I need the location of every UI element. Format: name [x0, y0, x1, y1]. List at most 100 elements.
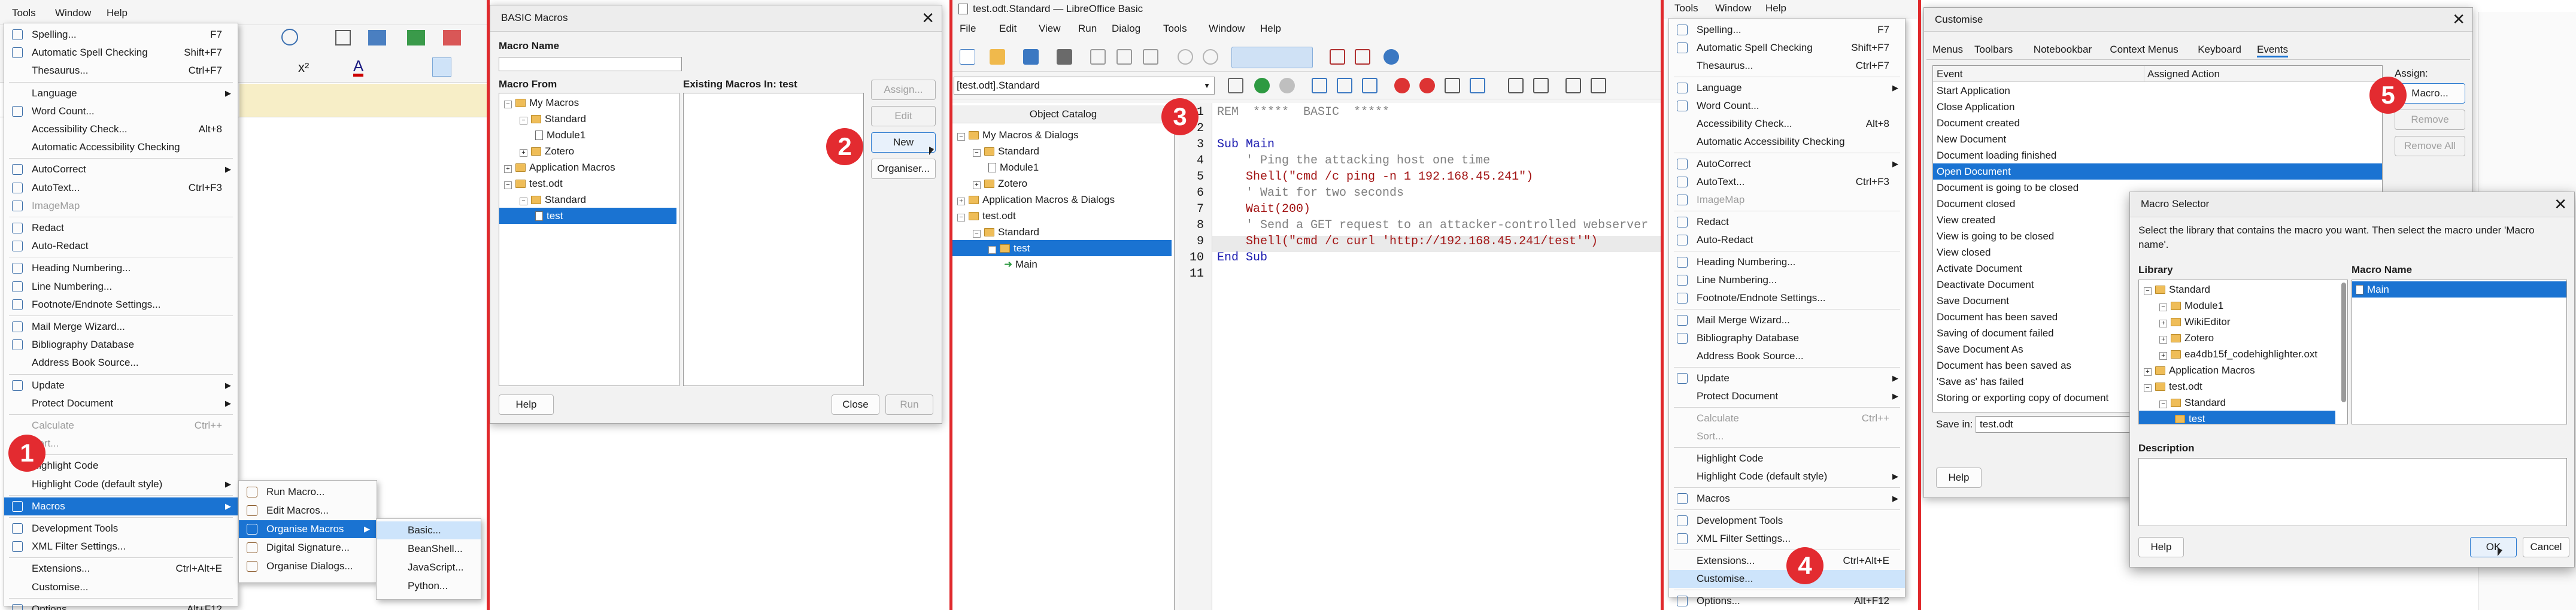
tab-context-menus[interactable]: Context Menus [2110, 44, 2178, 56]
macro-icon[interactable] [1330, 49, 1345, 65]
expand-toggle-icon[interactable]: + [957, 198, 965, 205]
new-document-icon[interactable] [960, 49, 975, 65]
toolbar-icon[interactable] [368, 30, 386, 45]
tree-item-module1[interactable]: Module1 [535, 127, 676, 143]
menu-item-highlight-code-default-style[interactable]: Highlight Code (default style) ▶ [4, 475, 238, 493]
menu-item-update[interactable]: Update ▶ [1669, 369, 1905, 387]
menu-item-development-tools[interactable]: Development Tools [4, 520, 238, 538]
close-icon[interactable]: ✕ [921, 9, 934, 28]
tab-events[interactable]: Events [2257, 44, 2288, 57]
step-over-icon[interactable] [1337, 78, 1352, 93]
menu-item-line-numbering[interactable]: Line Numbering... [1669, 271, 1905, 289]
menu-item-xml-filter-settings[interactable]: XML Filter Settings... [4, 538, 238, 556]
menu-item-options[interactable]: Options... Alt+F12 [1669, 592, 1905, 610]
menu-item-auto-redact[interactable]: Auto-Redact [4, 237, 238, 255]
run-icon[interactable] [1254, 78, 1270, 93]
import-dialog-icon[interactable] [1565, 78, 1581, 93]
expand-toggle-icon[interactable]: − [504, 181, 512, 189]
menubar-view[interactable]: View [1039, 23, 1061, 35]
expand-toggle-icon[interactable]: + [2159, 320, 2167, 327]
help-button[interactable]: Help [1936, 468, 1982, 488]
tree-item-standard[interactable]: − Standard [2144, 281, 2335, 298]
submenu-item-organise-macros[interactable]: Organise Macros ▶ [239, 520, 377, 538]
menu-item-language[interactable]: Language ▶ [1669, 79, 1905, 97]
tree-item-test[interactable]: test [2139, 411, 2335, 424]
code-editor[interactable]: 1 2 3 4 5 6 7 8 9 10 11 REM ***** BASIC ***** Sub M… [1179, 103, 1661, 610]
menu-item-accessibility-check[interactable]: Accessibility Check... Alt+8 [1669, 115, 1905, 133]
watch-icon[interactable] [1445, 78, 1460, 93]
step-into-icon[interactable] [1312, 78, 1327, 93]
menu-item-footnote-endnote-settings[interactable]: Footnote/Endnote Settings... [1669, 289, 1905, 307]
cut-icon[interactable] [1090, 49, 1106, 65]
menubar-help[interactable]: Help [1765, 2, 1786, 14]
redo-icon[interactable] [1203, 49, 1218, 65]
submenu-item-beanshell[interactable]: BeanShell... [377, 540, 481, 558]
menu-item-address-book-source[interactable]: Address Book Source... [4, 354, 238, 372]
menu-item-sort[interactable]: Sort... [1669, 427, 1905, 445]
tree-item-ea4db15f-codehighlighter-oxt[interactable]: + ea4db15f_codehighlighter.oxt [2159, 346, 2335, 362]
toolbar-toggle-group[interactable] [1231, 47, 1313, 68]
tree-item-application-macros[interactable]: + Application Macros [504, 159, 676, 175]
menu-item-heading-numbering[interactable]: Heading Numbering... [4, 259, 238, 277]
expand-toggle-icon[interactable]: + [504, 165, 512, 173]
expand-toggle-icon[interactable]: + [973, 181, 981, 189]
object-catalog-tree[interactable]: − My Macros & Dialogs − Standard Module1 + Zot… [952, 126, 1174, 605]
align-icon[interactable] [432, 57, 451, 77]
tree-item-zotero[interactable]: + Zotero [2159, 330, 2335, 346]
macro-from-tree[interactable]: − My Macros − Standard Module1 + Zotero + Applic… [499, 93, 679, 386]
run-button[interactable]: Run [885, 394, 933, 415]
menu-item-spelling[interactable]: Spelling... F7 [4, 26, 238, 44]
save-icon[interactable] [1023, 49, 1039, 65]
expand-toggle-icon[interactable]: + [2159, 336, 2167, 344]
submenu-item-run-macro[interactable]: Run Macro... [239, 483, 377, 501]
expand-toggle-icon[interactable]: − [973, 230, 981, 238]
tab-keyboard[interactable]: Keyboard [2198, 44, 2241, 56]
menu-item-spelling[interactable]: Spelling... F7 [1669, 21, 1905, 39]
menubar-window[interactable]: Window [1715, 2, 1751, 14]
tree-item-standard[interactable]: − Standard [520, 111, 676, 127]
menubar-help[interactable]: Help [107, 7, 128, 19]
event-row[interactable]: Close Application [1933, 99, 2382, 115]
library-tree[interactable]: − Standard − Module1 + WikiEditor + Zotero + ea4d… [2138, 280, 2348, 424]
tree-item-standard[interactable]: − Standard [2159, 394, 2335, 411]
menu-item-mail-merge-wizard[interactable]: Mail Merge Wizard... [4, 318, 238, 336]
macro-name-input[interactable] [499, 57, 682, 71]
tree-item-zotero[interactable]: + Zotero [520, 143, 676, 159]
event-row[interactable]: Document loading finished [1933, 147, 2382, 163]
expand-toggle-icon[interactable]: + [2144, 368, 2152, 376]
assign-button[interactable]: Assign... [871, 80, 936, 100]
tree-item-standard[interactable]: − Standard [973, 224, 1172, 240]
menu-item-automatic-spell-checking[interactable]: Automatic Spell Checking Shift+F7 [4, 44, 238, 62]
help-icon[interactable] [1383, 49, 1399, 65]
toolbar-icon[interactable] [443, 30, 461, 45]
paste-icon[interactable] [1143, 49, 1158, 65]
tree-item-test-odt[interactable]: − test.odt [957, 208, 1172, 224]
menu-item-development-tools[interactable]: Development Tools [1669, 512, 1905, 530]
font-color-icon[interactable]: A [353, 58, 364, 77]
menu-item-auto-redact[interactable]: Auto-Redact [1669, 231, 1905, 249]
export-dialog-icon[interactable] [1591, 78, 1606, 93]
menu-item-protect-document[interactable]: Protect Document ▶ [4, 394, 238, 412]
tree-scrollbar[interactable] [2341, 283, 2346, 402]
print-icon[interactable] [1057, 49, 1072, 65]
open-icon[interactable] [990, 49, 1005, 65]
stop-icon[interactable] [1279, 78, 1295, 93]
menu-item-macros[interactable]: Macros ▶ [1669, 490, 1905, 508]
breakpoint-icon[interactable] [1394, 78, 1410, 93]
manage-breakpoints-icon[interactable] [1419, 78, 1435, 93]
submenu-item-edit-macros[interactable]: Edit Macros... [239, 502, 377, 520]
tree-item-application-macros[interactable]: + Application Macros [2144, 362, 2335, 378]
menu-item-line-numbering[interactable]: Line Numbering... [4, 278, 238, 296]
tree-item-zotero[interactable]: + Zotero [973, 175, 1172, 192]
menu-item-calculate[interactable]: Calculate Ctrl++ [4, 417, 238, 435]
menu-item-update[interactable]: Update ▶ [4, 377, 238, 394]
menu-item-footnote-endnote-settings[interactable]: Footnote/Endnote Settings... [4, 296, 238, 314]
menu-item-automatic-accessibility-checking[interactable]: Automatic Accessibility Checking [1669, 133, 1905, 151]
menu-item-automatic-spell-checking[interactable]: Automatic Spell Checking Shift+F7 [1669, 39, 1905, 57]
dialog-icon[interactable] [1355, 49, 1370, 65]
tree-item-test-odt[interactable]: − test.odt [2144, 378, 2335, 394]
menu-item-word-count[interactable]: Word Count... [1669, 97, 1905, 115]
event-row[interactable]: Start Application [1933, 83, 2382, 99]
close-button[interactable]: Close [832, 394, 879, 415]
tree-item-main[interactable]: ➜ Main [1004, 256, 1172, 272]
